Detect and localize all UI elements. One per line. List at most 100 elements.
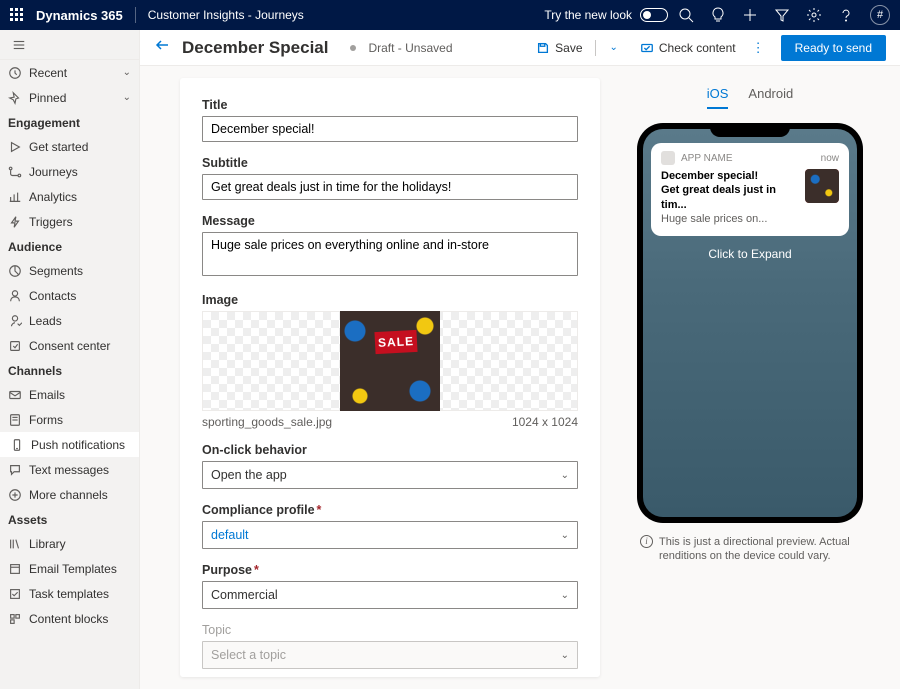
sidebar-item-push-notifications[interactable]: Push notifications bbox=[0, 432, 139, 457]
help-icon[interactable] bbox=[838, 7, 854, 23]
back-button[interactable] bbox=[154, 37, 170, 58]
phone-icon bbox=[10, 438, 24, 452]
notification-image bbox=[805, 169, 839, 203]
play-icon bbox=[8, 140, 22, 154]
check-content-button[interactable]: Check content bbox=[640, 41, 736, 55]
title-input[interactable] bbox=[202, 116, 578, 142]
sidebar-item-leads[interactable]: Leads bbox=[0, 308, 139, 333]
sidebar-item-emails[interactable]: Emails bbox=[0, 382, 139, 407]
status-text: Draft - Unsaved bbox=[368, 41, 452, 55]
sidebar-item-label: Contacts bbox=[29, 289, 76, 303]
image-label: Image bbox=[202, 293, 578, 307]
sidebar-section-channels: Channels bbox=[0, 358, 139, 382]
purpose-select[interactable]: Commercial ⌄ bbox=[202, 581, 578, 609]
sidebar-item-label: Journeys bbox=[29, 165, 78, 179]
purpose-label: Purpose* bbox=[202, 563, 578, 577]
app-name: Customer Insights - Journeys bbox=[148, 8, 304, 22]
sidebar-item-text-messages[interactable]: Text messages bbox=[0, 457, 139, 482]
onclick-select[interactable]: Open the app⌄ bbox=[202, 461, 578, 489]
try-new-look-toggle[interactable]: Try the new look bbox=[544, 8, 668, 22]
sidebar-item-label: Library bbox=[29, 537, 66, 551]
sidebar-item-triggers[interactable]: Triggers bbox=[0, 209, 139, 234]
notification-subtitle: Get great deals just in tim... bbox=[661, 183, 797, 212]
image-filename: sporting_goods_sale.jpg bbox=[202, 415, 332, 429]
chevron-down-icon: ⌄ bbox=[123, 92, 131, 103]
sidebar-section-audience: Audience bbox=[0, 234, 139, 258]
sidebar-item-email-templates[interactable]: Email Templates bbox=[0, 556, 139, 581]
journeys-icon bbox=[8, 165, 22, 179]
global-header: Dynamics 365 Customer Insights - Journey… bbox=[0, 0, 900, 30]
preview-disclaimer: i This is just a directional preview. Ac… bbox=[640, 535, 860, 564]
ready-to-send-button[interactable]: Ready to send bbox=[781, 35, 886, 61]
topic-label: Topic bbox=[202, 623, 578, 637]
filter-icon[interactable] bbox=[774, 7, 790, 23]
template-icon bbox=[8, 562, 22, 576]
sidebar-item-recent[interactable]: Recent⌄ bbox=[0, 60, 139, 85]
library-icon bbox=[8, 537, 22, 551]
app-icon bbox=[661, 151, 675, 165]
consent-icon bbox=[8, 339, 22, 353]
sidebar-item-task-templates[interactable]: Task templates bbox=[0, 581, 139, 606]
sidebar-item-journeys[interactable]: Journeys bbox=[0, 159, 139, 184]
compliance-value: default bbox=[211, 528, 249, 542]
chat-icon bbox=[8, 463, 22, 477]
sidebar-item-consent-center[interactable]: Consent center bbox=[0, 333, 139, 358]
image-preview[interactable]: SALE bbox=[202, 311, 578, 411]
push-notification-form: Title Subtitle Message Huge sale prices … bbox=[180, 78, 600, 677]
task-icon bbox=[8, 587, 22, 601]
notification-card: APP NAME now December special! Get great… bbox=[651, 143, 849, 236]
chevron-down-icon: ⌄ bbox=[561, 590, 569, 601]
phone-notch bbox=[710, 123, 790, 137]
notification-message: Huge sale prices on... bbox=[661, 212, 797, 226]
plus-icon[interactable] bbox=[742, 7, 758, 23]
purpose-value: Commercial bbox=[211, 588, 278, 602]
sidebar-item-analytics[interactable]: Analytics bbox=[0, 184, 139, 209]
sidebar-item-forms[interactable]: Forms bbox=[0, 407, 139, 432]
sidebar-item-label: Email Templates bbox=[29, 562, 117, 576]
sidebar-item-label: More channels bbox=[29, 488, 108, 502]
title-label: Title bbox=[202, 98, 578, 112]
sidebar-item-library[interactable]: Library bbox=[0, 531, 139, 556]
save-button[interactable]: Save bbox=[536, 41, 582, 55]
sidebar-item-segments[interactable]: Segments bbox=[0, 258, 139, 283]
tab-android[interactable]: Android bbox=[748, 86, 793, 109]
segments-icon bbox=[8, 264, 22, 278]
bolt-icon bbox=[8, 215, 22, 229]
try-new-look-label: Try the new look bbox=[544, 8, 632, 22]
sidebar-section-assets: Assets bbox=[0, 507, 139, 531]
info-icon: i bbox=[640, 535, 653, 548]
page-title: December Special bbox=[182, 38, 328, 58]
sidebar-item-label: Pinned bbox=[29, 91, 66, 105]
toggle-switch-icon[interactable] bbox=[640, 8, 668, 22]
sidebar-item-pinned[interactable]: Pinned ⌄ bbox=[0, 85, 139, 110]
sidebar-item-contacts[interactable]: Contacts bbox=[0, 283, 139, 308]
lightbulb-icon[interactable] bbox=[710, 7, 726, 23]
user-avatar[interactable]: # bbox=[870, 5, 890, 25]
sidebar-item-label: Task templates bbox=[29, 587, 109, 601]
collapse-sidebar-button[interactable] bbox=[0, 30, 139, 60]
tab-ios[interactable]: iOS bbox=[707, 86, 729, 109]
sidebar-item-label: Segments bbox=[29, 264, 83, 278]
brand-name: Dynamics 365 bbox=[36, 8, 123, 23]
check-content-label: Check content bbox=[659, 41, 736, 55]
sidebar-item-get-started[interactable]: Get started bbox=[0, 134, 139, 159]
app-launcher-icon[interactable] bbox=[10, 8, 24, 22]
sidebar-item-content-blocks[interactable]: Content blocks bbox=[0, 606, 139, 631]
more-icon bbox=[8, 488, 22, 502]
sidebar-section-engagement: Engagement bbox=[0, 110, 139, 134]
mail-icon bbox=[8, 388, 22, 402]
compliance-select[interactable]: default⌄ bbox=[202, 521, 578, 549]
sidebar-item-label: Leads bbox=[29, 314, 62, 328]
sidebar-item-label: Text messages bbox=[29, 463, 109, 477]
device-preview-pane: iOS Android APP NAME now bbox=[600, 66, 900, 689]
message-input[interactable]: Huge sale prices on everything online an… bbox=[202, 232, 578, 276]
save-split-chevron-icon[interactable]: ⌄ bbox=[608, 42, 620, 53]
subtitle-input[interactable] bbox=[202, 174, 578, 200]
search-icon[interactable] bbox=[678, 7, 694, 23]
onclick-value: Open the app bbox=[211, 468, 287, 482]
more-commands-icon[interactable]: ⋮ bbox=[748, 40, 769, 56]
click-to-expand[interactable]: Click to Expand bbox=[643, 247, 857, 261]
gear-icon[interactable] bbox=[806, 7, 822, 23]
sidebar-item-more-channels[interactable]: More channels bbox=[0, 482, 139, 507]
chevron-down-icon: ⌄ bbox=[123, 67, 131, 78]
